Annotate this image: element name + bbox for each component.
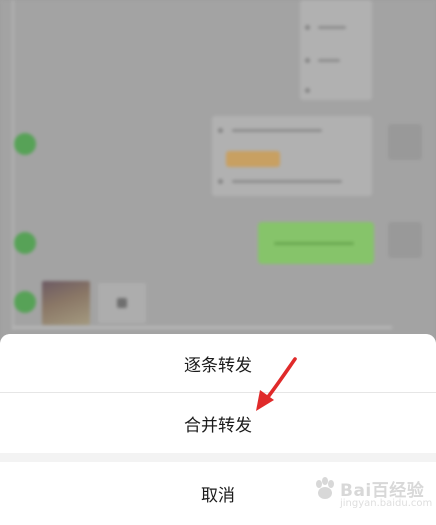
red-arrow-annotation-icon — [256, 357, 297, 411]
avatar — [388, 124, 422, 160]
chat-bottom-rule — [12, 326, 392, 329]
forward-one-by-one-button[interactable]: 逐条转发 — [0, 334, 436, 392]
avatar-image — [42, 281, 90, 325]
select-check-icon[interactable] — [14, 291, 36, 313]
select-check-icon[interactable] — [14, 133, 36, 155]
chat-left-rule — [12, 0, 14, 330]
message-card — [212, 116, 372, 196]
message-bubble — [98, 283, 146, 323]
sent-message-bubble — [258, 222, 374, 264]
avatar — [388, 222, 422, 258]
message-tag — [226, 151, 280, 167]
baidu-paw-icon — [316, 477, 334, 499]
message-card-top — [300, 0, 372, 100]
merge-forward-button[interactable]: 合并转发 — [0, 393, 436, 453]
watermark-sub: jingyan.baidu.com — [340, 498, 433, 509]
baidu-watermark: Bai百经验 jingyan.baidu.com — [312, 474, 432, 518]
select-check-icon[interactable] — [14, 232, 36, 254]
